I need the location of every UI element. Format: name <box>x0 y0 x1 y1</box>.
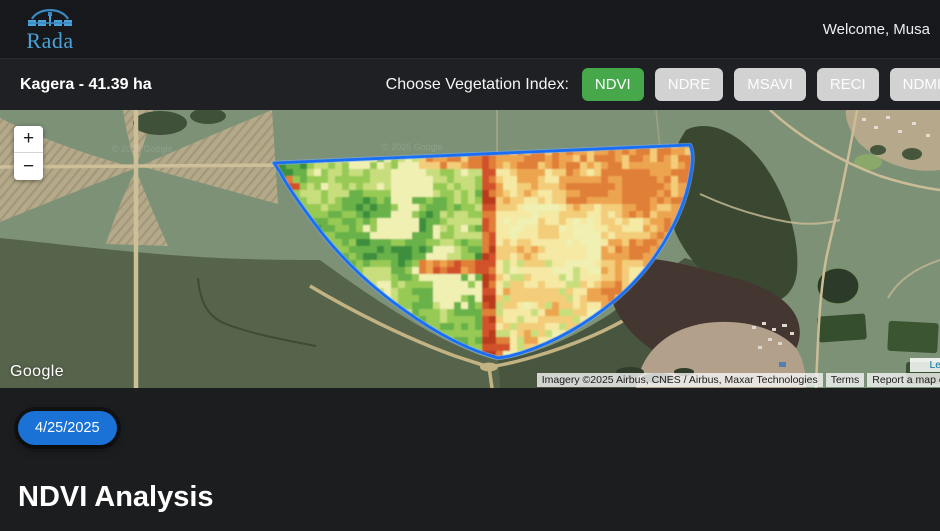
brand-name: Rada <box>26 27 74 53</box>
analysis-section: 4/25/2025 NDVI Analysis <box>0 388 940 514</box>
top-bar: Rada Welcome, Musa <box>0 0 940 58</box>
index-button-ndvi[interactable]: NDVI <box>581 68 644 101</box>
terms-link[interactable]: Terms <box>825 373 865 387</box>
tile-watermark: © 2025 Google <box>382 142 443 152</box>
index-button-reci[interactable]: RECI <box>816 68 879 101</box>
tile-watermark: © 2025 Google <box>112 144 173 154</box>
welcome-text: Welcome, Musa <box>822 20 930 38</box>
satellite-map[interactable]: © 2025 Google © 2025 Google + − Google L… <box>0 110 940 388</box>
chooser-label: Choose Vegetation Index: <box>385 75 569 93</box>
index-button-ndre[interactable]: NDRE <box>654 68 724 101</box>
index-button-ndmi[interactable]: NDMI <box>889 68 940 101</box>
zoom-in-button[interactable]: + <box>14 126 43 153</box>
vegetation-index-group: Choose Vegetation Index: NDVI NDRE MSAVI… <box>386 68 940 101</box>
brand-logo[interactable]: Rada <box>12 5 88 54</box>
zoom-out-button[interactable]: − <box>14 153 43 180</box>
map-attribution: Imagery ©2025 Airbus, CNES / Airbus, Max… <box>536 373 940 387</box>
field-title: Kagera - 41.39 ha <box>20 75 152 93</box>
field-toolbar: Kagera - 41.39 ha Choose Vegetation Inde… <box>0 58 940 110</box>
ukraine-flag-icon <box>915 361 926 369</box>
map-canvas: © 2025 Google © 2025 Google <box>0 110 940 388</box>
report-map-error-link[interactable]: Report a map error <box>867 373 940 387</box>
leaflet-attribution-link[interactable]: Leaflet <box>910 358 940 372</box>
imagery-attribution: Imagery ©2025 Airbus, CNES / Airbus, Max… <box>536 373 823 387</box>
google-logo[interactable]: Google <box>10 363 64 381</box>
index-button-msavi[interactable]: MSAVI <box>734 68 806 101</box>
leaflet-label: Leaflet <box>929 359 940 371</box>
page-title: NDVI Analysis <box>18 481 214 513</box>
map-zoom-control: + − <box>14 126 43 180</box>
date-badge[interactable]: 4/25/2025 <box>18 411 117 445</box>
